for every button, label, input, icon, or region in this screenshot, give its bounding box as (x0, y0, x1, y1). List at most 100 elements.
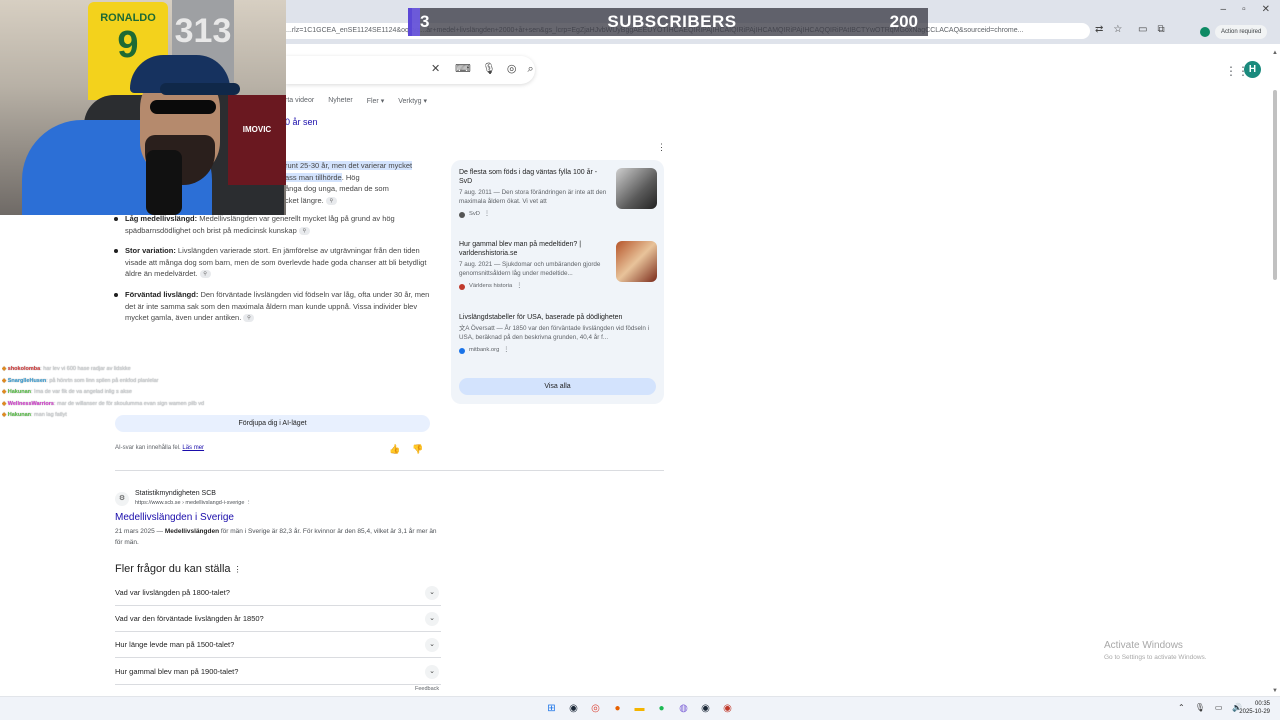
thumbs-up-icon[interactable]: 👍 (389, 444, 400, 455)
paa-question[interactable]: Vad var livslängden på 1800-talet? ⌄ (115, 580, 441, 606)
paa-question[interactable]: Vad var den förväntade livslängden år 18… (115, 606, 441, 632)
link-chip-icon[interactable]: ⚲ (325, 196, 337, 205)
source-site: mitbank.org ⋮ (459, 346, 654, 355)
action-required-button[interactable]: Action required (1215, 25, 1268, 39)
mic-tray-icon[interactable]: 🎙 (1195, 703, 1205, 712)
more-options-icon[interactable]: ⋮ (484, 210, 490, 219)
more-options-icon[interactable]: ⋮ (657, 142, 666, 153)
chevron-down-icon[interactable]: ⌄ (425, 612, 439, 626)
paa-question-text: Hur länge levde man på 1500-talet? (115, 640, 235, 649)
red-jersey: IMOVIC (228, 95, 286, 185)
tab-news[interactable]: Nyheter (328, 97, 353, 105)
scroll-down-icon[interactable]: ▼ (1272, 688, 1278, 694)
result-url-text: https://www.scb.se › medellivslangd-i-sv… (135, 500, 245, 506)
more-options-icon[interactable]: ⋮ (503, 346, 509, 355)
source-site-name: SvD (469, 211, 480, 217)
tab-search-icon[interactable]: ▭ (1138, 24, 1147, 35)
more-options-icon[interactable]: ⋮ (234, 565, 242, 574)
thumbs-down-icon[interactable]: 👎 (412, 444, 423, 455)
ai-intro-highlight-1: runt 25-30 år, men det varierar mycket (285, 161, 413, 170)
result-title-link[interactable]: Medellivslängden i Sverige (115, 512, 234, 523)
search-box[interactable]: ✕ ⌨ 🎙 ◎ ⌕ (285, 56, 535, 84)
lens-camera-icon[interactable]: ◎ (507, 62, 517, 76)
result-snippet-bold: Medellivslängden (164, 528, 220, 535)
avatar[interactable]: H (1244, 61, 1261, 78)
clear-icon[interactable]: ✕ (431, 62, 440, 76)
more-options-icon[interactable]: ⋮ (246, 500, 252, 506)
jersey-text: IMOVIC (242, 125, 272, 134)
maximize-button[interactable]: ▫ (1242, 4, 1246, 15)
source-thumbnail[interactable] (616, 241, 657, 282)
microphone-icon[interactable]: 🎙 (482, 62, 496, 76)
show-all-button[interactable]: Visa alla (459, 378, 656, 395)
chat-username: SnarglleHusen (7, 377, 47, 384)
chevron-down-icon[interactable]: ⌄ (425, 586, 439, 600)
site-favicon-icon (459, 347, 465, 354)
more-options-icon[interactable]: ⋮ (516, 282, 522, 291)
source-card[interactable]: De flesta som föds i dag väntas fylla 10… (459, 168, 609, 219)
site-favicon-icon (459, 211, 465, 218)
link-chip-icon[interactable]: ⚲ (243, 314, 255, 323)
result-url[interactable]: https://www.scb.se › medellivslangd-i-sv… (135, 500, 251, 506)
cap-brim (160, 83, 240, 95)
tab-more[interactable]: Fler ▾ (367, 97, 385, 105)
sources-panel: De flesta som föds i dag väntas fylla 10… (451, 160, 664, 404)
discord-icon[interactable]: ◍ (675, 701, 692, 717)
chat-message: ◆ WellnessWarriors: mar de willanser de … (2, 399, 282, 411)
paa-heading-text: Fler frågor du kan ställa (115, 563, 231, 575)
subscriber-goal-bar: 3 SUBSCRIBERS 200 (408, 8, 928, 36)
obs-icon[interactable]: ◉ (719, 701, 736, 717)
bullet-title: Förväntad livslängd: (125, 290, 199, 299)
subscriber-label: SUBSCRIBERS (607, 12, 737, 31)
system-clock[interactable]: 00:35 2025-10-29 (1238, 700, 1270, 716)
jersey-number: 313 (174, 12, 232, 50)
bullet-dot (114, 249, 118, 253)
start-icon[interactable]: ⊞ (543, 701, 560, 717)
link-chip-icon[interactable]: ⚲ (199, 270, 211, 279)
translate-icon[interactable]: ⇄ (1095, 24, 1103, 35)
bookmark-star-icon[interactable]: ☆ (1113, 24, 1122, 35)
result-site-name[interactable]: Statistikmyndigheten SCB (135, 490, 216, 497)
tab-tools[interactable]: Verktyg ▾ (398, 97, 427, 105)
link-chip-icon[interactable]: ⚲ (298, 226, 310, 235)
stream-chat: ◆ shokolomba: har lev vi 600 hase radjar… (2, 364, 282, 422)
bullet-title: Låg medellivslängd: (125, 214, 198, 223)
tray-chevron-icon[interactable]: ⌃ (1178, 703, 1185, 712)
chat-username: Hakunan (7, 412, 31, 418)
paa-question[interactable]: Hur länge levde man på 1500-talet? ⌄ (115, 632, 441, 658)
chevron-down-icon[interactable]: ⌄ (425, 638, 439, 652)
source-card[interactable]: Livslängdstabeller för USA, baserade på … (459, 313, 654, 355)
source-title: Livslängdstabeller för USA, baserade på … (459, 314, 623, 321)
chrome-icon[interactable]: ◎ (587, 701, 604, 717)
ai-intro-line4: cket längre. (285, 195, 324, 205)
steam-icon[interactable]: ◉ (565, 701, 582, 717)
close-window-button[interactable]: ✕ (1262, 4, 1270, 15)
source-thumbnail[interactable] (616, 168, 657, 209)
firefox-icon[interactable]: ● (609, 701, 626, 717)
disclaimer-text: AI-svar kan innehålla fel. (115, 445, 181, 451)
keyboard-icon[interactable]: ⌨ (455, 62, 471, 76)
source-title: De flesta som föds i dag väntas fylla 10… (459, 169, 598, 185)
steam-app-icon[interactable]: ◉ (697, 701, 714, 717)
feedback-link[interactable]: Feedback (415, 686, 439, 692)
activate-title: Activate Windows (1104, 640, 1183, 651)
extensions-icon[interactable]: ⧉ (1157, 24, 1164, 35)
scroll-up-icon[interactable]: ▲ (1272, 50, 1278, 56)
spotify-icon[interactable]: ● (653, 701, 670, 717)
profile-icon[interactable] (1200, 27, 1210, 37)
source-site: SvD ⋮ (459, 210, 609, 219)
source-card[interactable]: Hur gammal blev man på medeltiden? | var… (459, 240, 609, 291)
learn-more-link[interactable]: Läs mer (182, 445, 204, 451)
result-snippet-text: för män i Sverige är 82,3 år. För kvinno… (115, 528, 437, 546)
chevron-down-icon[interactable]: ⌄ (425, 665, 439, 679)
paa-question[interactable]: Hur gammal blev man på 1900-talet? ⌄ (115, 659, 441, 685)
chat-username: WellnessWarriors (7, 400, 54, 407)
tab-videos[interactable]: rta videor (285, 97, 314, 105)
vertical-scrollbar[interactable] (1273, 90, 1277, 280)
top-result-link[interactable]: 0 år sen (285, 117, 318, 127)
bullet-dot (114, 217, 118, 221)
search-icon[interactable]: ⌕ (527, 62, 533, 76)
file-explorer-icon[interactable]: ▬ (631, 701, 648, 717)
network-icon[interactable]: ▭ (1215, 703, 1223, 712)
minimize-button[interactable]: – (1221, 4, 1227, 15)
